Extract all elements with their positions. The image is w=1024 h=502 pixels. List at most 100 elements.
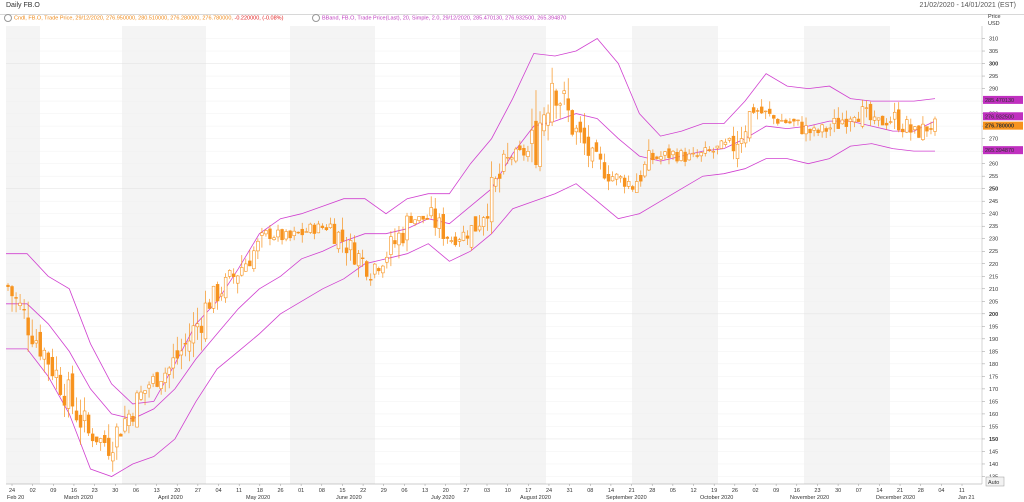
- candle-body: [135, 392, 139, 428]
- candle-body: [796, 119, 800, 122]
- day-tick-label: 18: [257, 488, 263, 494]
- price-chart[interactable]: 1351401451501551601651701751801851901952…: [0, 0, 1024, 502]
- candle-body: [223, 277, 228, 299]
- candle-body: [719, 140, 724, 149]
- candle-body: [498, 173, 502, 179]
- day-tick-label: 30: [835, 488, 841, 494]
- candle-body: [348, 240, 353, 251]
- price-tick-label: 185: [989, 349, 998, 355]
- day-tick-label: 04: [938, 488, 944, 494]
- candle-body: [111, 452, 115, 462]
- candle-body: [897, 109, 901, 131]
- price-tick-label: 240: [989, 212, 998, 218]
- candle-body: [171, 357, 175, 369]
- candle-body: [10, 286, 14, 297]
- candle-body: [115, 426, 119, 448]
- candle-body: [336, 231, 341, 250]
- price-axis[interactable]: 1351401451501551601651701751801851901952…: [981, 26, 998, 484]
- candle-body: [614, 173, 619, 180]
- price-tick-label: 235: [989, 224, 998, 230]
- month-label: Jan 21: [958, 495, 975, 501]
- price-tick-label: 310: [989, 37, 998, 43]
- candle-body: [723, 141, 728, 145]
- candle-body: [586, 136, 591, 156]
- price-axis-title: Price: [988, 14, 1001, 20]
- candle-body: [433, 208, 437, 228]
- price-tick-label: 250: [989, 187, 998, 193]
- candle-body: [840, 119, 845, 125]
- price-tag-label: 285.470130: [985, 98, 1014, 104]
- candle-body: [147, 384, 151, 389]
- candle-body: [155, 372, 159, 387]
- month-band: [804, 26, 890, 484]
- candle-body: [481, 217, 486, 227]
- day-tick-label: 17: [525, 488, 531, 494]
- candle-body: [610, 176, 615, 182]
- candle-body: [441, 214, 445, 239]
- candle-body: [554, 90, 558, 106]
- time-axis[interactable]: 24 02 09 16 23 30 06 13 20 27 04 11 18 26 01 08 15 22 29 06…: [6, 483, 982, 501]
- candle-body: [804, 125, 808, 135]
- candle-body: [413, 219, 417, 225]
- day-tick-label: 08: [319, 488, 325, 494]
- candle-body: [385, 256, 389, 263]
- candle-body: [50, 356, 55, 377]
- candle-body: [477, 225, 482, 231]
- candle-body: [808, 128, 812, 134]
- candle-body: [344, 247, 349, 254]
- candle-body: [425, 217, 429, 220]
- day-tick-label: 02: [752, 488, 758, 494]
- candle-body: [901, 128, 905, 133]
- candle-body: [772, 115, 776, 119]
- candle-body: [22, 309, 26, 311]
- candle-body: [167, 367, 171, 375]
- candle-body: [469, 225, 474, 248]
- candle-body: [42, 349, 46, 360]
- candle-body: [78, 414, 83, 428]
- price-tick-label: 290: [989, 87, 998, 93]
- candle-body: [800, 121, 804, 135]
- candle-body: [659, 156, 663, 160]
- candle-body: [54, 369, 59, 378]
- candle-body: [195, 323, 200, 328]
- candle-body: [131, 416, 135, 422]
- price-tick-label: 225: [989, 249, 998, 255]
- candle-body: [884, 122, 889, 126]
- candle-body: [755, 110, 760, 112]
- day-tick-label: 28: [918, 488, 924, 494]
- candle-body: [296, 231, 300, 234]
- candle-body: [506, 157, 510, 159]
- candle-body: [240, 267, 244, 276]
- candle-body: [538, 122, 542, 167]
- price-tick-label: 220: [989, 262, 998, 268]
- candle-body: [38, 331, 42, 357]
- candle-body: [667, 148, 671, 158]
- month-label: June 2020: [336, 495, 362, 501]
- candle-body: [780, 120, 784, 122]
- day-tick-label: 22: [360, 488, 366, 494]
- price-tick-label: 205: [989, 299, 998, 305]
- candle-body: [328, 223, 333, 228]
- candle-body: [449, 240, 454, 242]
- candle-body: [179, 350, 184, 356]
- candle-body: [268, 228, 272, 239]
- day-tick-label: 29: [381, 488, 387, 494]
- price-tick-label: 200: [989, 312, 998, 318]
- month-label: September 2020: [606, 495, 647, 501]
- candle-body: [107, 437, 111, 456]
- candle-body: [788, 121, 792, 124]
- day-tick-label: 23: [814, 488, 820, 494]
- auto-scale-button[interactable]: Auto: [985, 476, 1005, 487]
- candle-body: [905, 119, 909, 133]
- candle-body: [244, 263, 248, 272]
- candle-body: [199, 325, 204, 333]
- price-tick-label: 155: [989, 424, 998, 430]
- candle-body: [227, 270, 232, 277]
- candle-body: [393, 240, 397, 245]
- candle-body: [207, 302, 212, 309]
- candle-body: [828, 127, 832, 130]
- month-label: March 2020: [64, 495, 93, 501]
- day-tick-label: 06: [401, 488, 407, 494]
- candle-body: [175, 350, 179, 359]
- day-tick-label: 20: [174, 488, 180, 494]
